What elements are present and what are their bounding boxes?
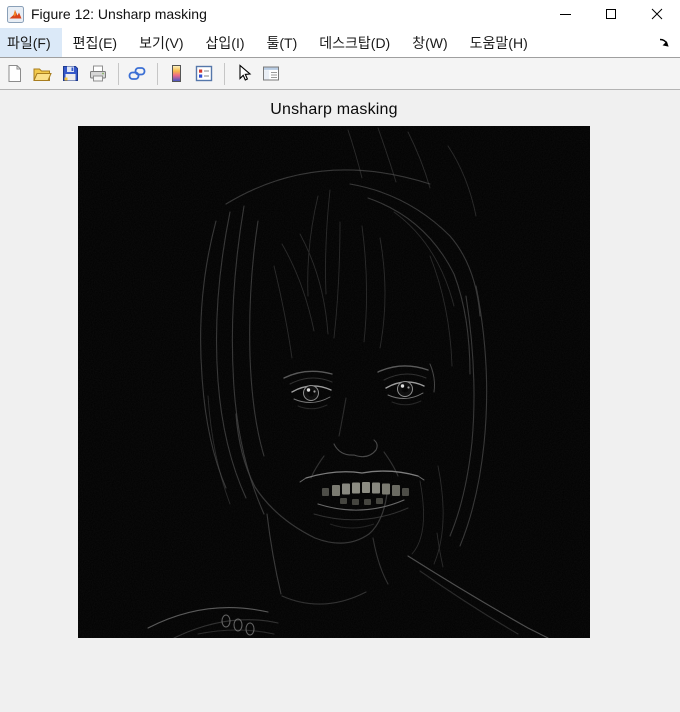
menu-view[interactable]: 보기(V): [128, 28, 194, 57]
legend-icon: [195, 65, 213, 82]
menu-help-label: 도움말(H): [469, 34, 528, 51]
toolbar-separator: [224, 62, 225, 85]
figure-canvas: Unsharp masking: [0, 90, 680, 712]
unsharp-mask-artwork: [78, 126, 590, 638]
link-plot-button[interactable]: [124, 61, 150, 87]
menu-tools[interactable]: 툴(T): [256, 28, 309, 57]
matlab-figure-window: Figure 12: Unsharp masking 파일(F) 편집(E) 보…: [0, 0, 680, 712]
insert-legend-button[interactable]: [191, 61, 217, 87]
menu-edit[interactable]: 편집(E): [62, 28, 128, 57]
window-controls: [542, 0, 680, 28]
menu-tools-label: 툴(T): [266, 34, 298, 51]
maximize-icon: [606, 9, 616, 19]
unsharp-mask-image: [78, 126, 590, 638]
plot-tools-panel-icon: [263, 66, 279, 81]
menu-file[interactable]: 파일(F): [0, 28, 62, 57]
figure-toolbar: [0, 58, 680, 90]
minimize-button[interactable]: [542, 0, 588, 28]
edit-plot-button[interactable]: [230, 61, 256, 87]
printer-icon: [90, 65, 106, 82]
close-icon: [651, 8, 663, 20]
menu-view-label: 보기(V): [139, 34, 184, 51]
colorbar-icon: [171, 65, 181, 82]
dock-figure-arrow-icon: [659, 38, 669, 47]
open-folder-icon: [33, 68, 52, 81]
dock-figure-button[interactable]: [658, 28, 671, 57]
menu-desktop-label: 데스크탑(D): [319, 34, 391, 51]
close-button[interactable]: [634, 0, 680, 28]
toolbar-separator: [157, 62, 158, 85]
new-figure-button[interactable]: [1, 61, 27, 87]
show-plot-tools-button[interactable]: [258, 61, 284, 87]
matlab-logo-icon: [7, 5, 24, 23]
toolbar-separator: [118, 62, 119, 85]
open-file-button[interactable]: [29, 61, 55, 87]
chain-link-icon: [128, 67, 146, 80]
minimize-icon: [559, 13, 571, 15]
window-title: Figure 12: Unsharp masking: [31, 6, 207, 22]
save-figure-button[interactable]: [57, 61, 83, 87]
axes-title: Unsharp masking: [270, 101, 398, 118]
maximize-button[interactable]: [588, 0, 634, 28]
save-floppy-icon: [62, 66, 78, 81]
print-figure-button[interactable]: [85, 61, 111, 87]
menu-bar: 파일(F) 편집(E) 보기(V) 삽입(I) 툴(T) 데스크탑(D) 창(W…: [0, 28, 680, 58]
menu-file-label: 파일(F): [7, 34, 51, 51]
menu-help[interactable]: 도움말(H): [459, 28, 539, 57]
menu-edit-label: 편집(E): [72, 34, 118, 51]
insert-colorbar-button[interactable]: [163, 61, 189, 87]
new-document-icon: [8, 65, 21, 82]
title-bar[interactable]: Figure 12: Unsharp masking: [0, 0, 680, 28]
menu-desktop[interactable]: 데스크탑(D): [308, 28, 401, 57]
menu-insert[interactable]: 삽입(I): [195, 28, 256, 57]
menu-window[interactable]: 창(W): [401, 28, 458, 57]
arrow-cursor-icon: [238, 64, 251, 81]
menu-insert-label: 삽입(I): [205, 34, 245, 51]
menu-window-label: 창(W): [412, 34, 448, 51]
